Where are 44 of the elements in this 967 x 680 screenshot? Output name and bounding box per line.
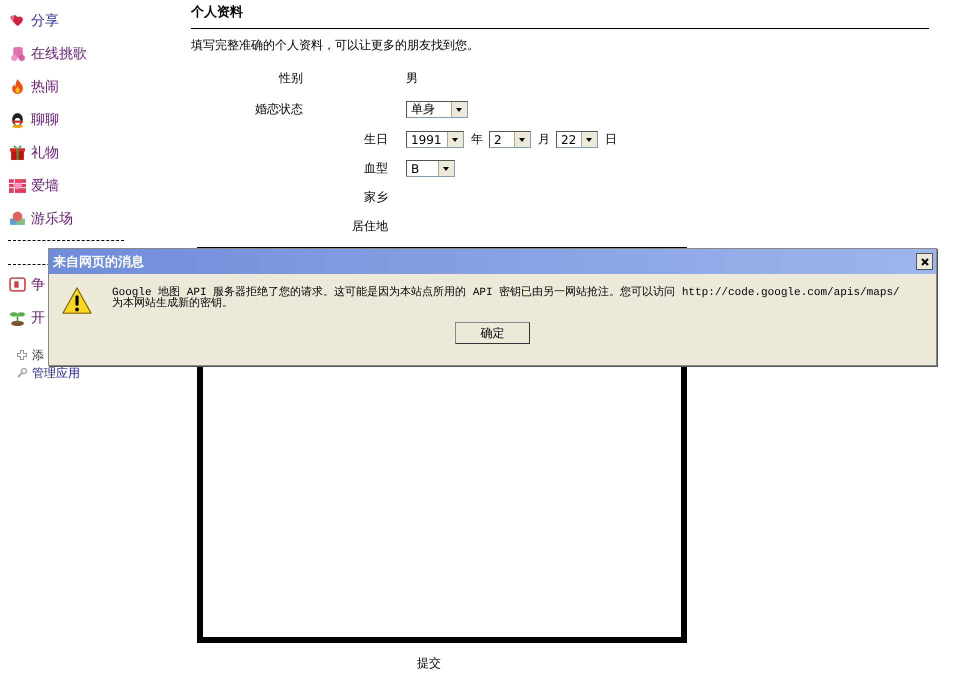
sprout-icon xyxy=(9,309,26,326)
unit-label: 日 xyxy=(605,131,617,148)
ok-button[interactable]: 确定 xyxy=(455,322,530,344)
field-label: 生日 xyxy=(363,131,388,148)
app-link[interactable]: 开 xyxy=(31,308,45,326)
plus-icon xyxy=(17,350,27,360)
submit-link[interactable]: 提交 xyxy=(417,656,441,670)
intro-text: 填写完整准确的个人资料，可以让更多的朋友找到您。 xyxy=(191,37,480,54)
flame-icon xyxy=(9,78,26,95)
field-label: 性别 xyxy=(278,70,303,87)
app-link[interactable]: 分享 xyxy=(31,12,59,30)
unit-label: 月 xyxy=(538,131,550,148)
sidebar-link[interactable]: 管理应用 xyxy=(32,364,80,382)
field-label: 血型 xyxy=(363,160,388,177)
blocks-icon xyxy=(9,210,26,227)
dialog-title: 来自网页的消息 xyxy=(53,254,144,270)
dialog-message: Google 地图 API 服务器拒绝了您的请求。这可能是因为本站点所用的 API 密钥已由另一网站抢注。您可以访问 http://code.google.com/apis/maps/ 为本网站生成新的密钥。 xyxy=(112,288,901,310)
close-button[interactable] xyxy=(916,253,933,270)
music-icon xyxy=(9,45,26,62)
close-icon xyxy=(920,258,928,266)
dropdown[interactable]: 单身 xyxy=(406,100,468,118)
app-link[interactable]: 聊聊 xyxy=(31,110,59,128)
warning-icon xyxy=(61,286,93,316)
app-link[interactable]: 礼物 xyxy=(31,144,59,162)
sidebar-link[interactable]: 添 xyxy=(32,346,44,364)
app-link[interactable]: 热闹 xyxy=(31,78,59,96)
dropdown[interactable]: 2 xyxy=(489,131,531,148)
dropdown[interactable]: 1991 xyxy=(406,131,464,148)
section-title: 个人资料 xyxy=(191,3,929,29)
dropdown[interactable]: B xyxy=(406,160,455,177)
field-label: 家乡 xyxy=(363,189,388,206)
field-label: 婚恋状态 xyxy=(254,100,303,118)
unit-label: 年 xyxy=(471,131,483,148)
app-link[interactable]: 爱墙 xyxy=(31,176,59,194)
heart-wall-icon xyxy=(9,177,26,194)
gift-icon xyxy=(9,144,26,161)
field-label: 居住地 xyxy=(351,218,388,235)
app-link[interactable]: 争 xyxy=(31,276,45,294)
app-link[interactable]: 游乐场 xyxy=(31,210,73,228)
penguin-icon xyxy=(9,111,26,128)
app-link[interactable]: 在线挑歌 xyxy=(31,44,87,62)
wrench-icon xyxy=(17,368,27,378)
dropdown[interactable]: 22 xyxy=(556,131,598,148)
field-value: 男 xyxy=(406,70,418,87)
